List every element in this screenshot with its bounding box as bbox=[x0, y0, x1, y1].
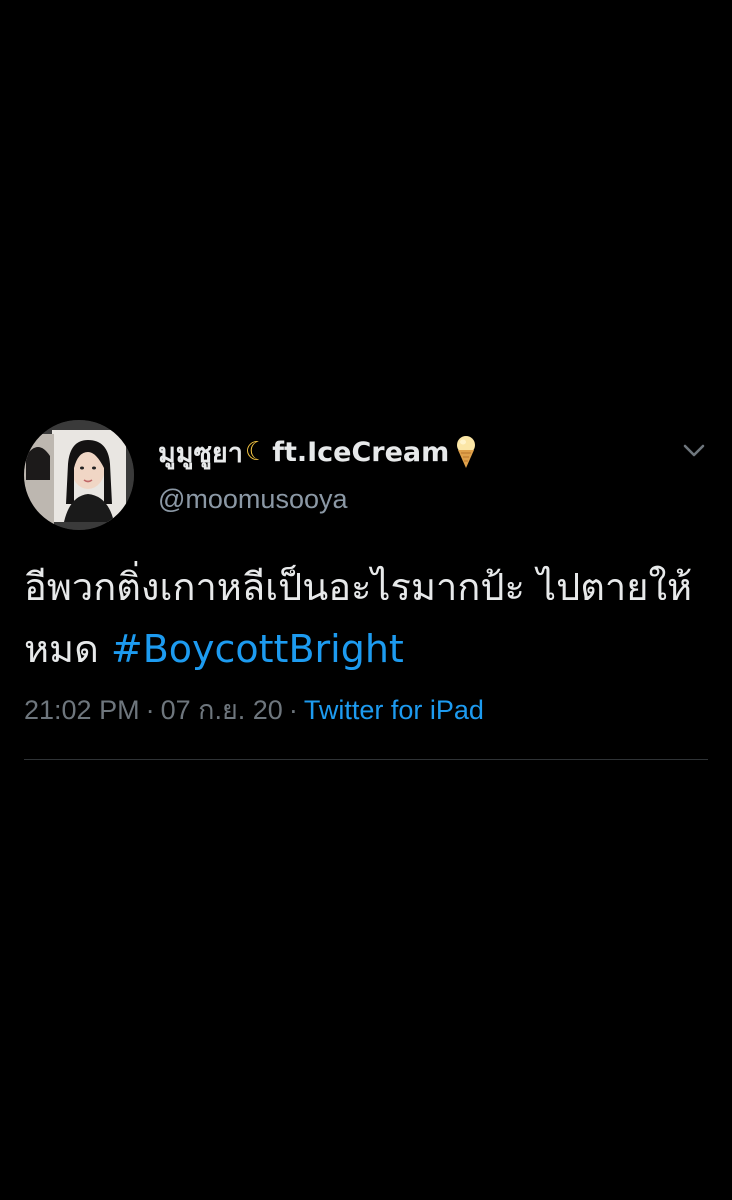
tweet-text: อีพวกติ่งเกาหลีเป็นอะไรมากป้ะ ไปตายให้หม… bbox=[24, 556, 708, 680]
ice-cream-icon bbox=[457, 436, 476, 468]
user-handle[interactable]: @moomusooya bbox=[158, 484, 348, 515]
display-name-row[interactable]: มูมูซูยา ☾ ft.IceCream bbox=[158, 432, 477, 472]
display-name-suffix[interactable]: ft.IceCream bbox=[272, 437, 449, 468]
tweet-date[interactable]: 07 ก.ย. 20 bbox=[161, 695, 283, 725]
tweet-card: มูมูซูยา ☾ ft.IceCream @moomusooya อีพวก… bbox=[24, 418, 708, 760]
tweet-meta: 21:02 PM · 07 ก.ย. 20 · Twitter for iPad bbox=[24, 688, 708, 731]
display-name[interactable]: มูมูซูยา bbox=[158, 431, 243, 474]
tweet-source-link[interactable]: Twitter for iPad bbox=[304, 695, 484, 725]
divider bbox=[24, 759, 708, 760]
avatar[interactable] bbox=[24, 420, 134, 530]
meta-separator: · bbox=[145, 695, 155, 725]
chevron-down-icon[interactable] bbox=[680, 436, 708, 464]
hashtag-link[interactable]: #BoycottBright bbox=[111, 627, 404, 671]
tweet-header: มูมูซูยา ☾ ft.IceCream @moomusooya bbox=[24, 418, 708, 530]
avatar-image bbox=[24, 420, 134, 530]
meta-separator: · bbox=[288, 695, 298, 725]
tweet-time[interactable]: 21:02 PM bbox=[24, 695, 140, 725]
crescent-moon-icon: ☾ bbox=[244, 437, 269, 467]
